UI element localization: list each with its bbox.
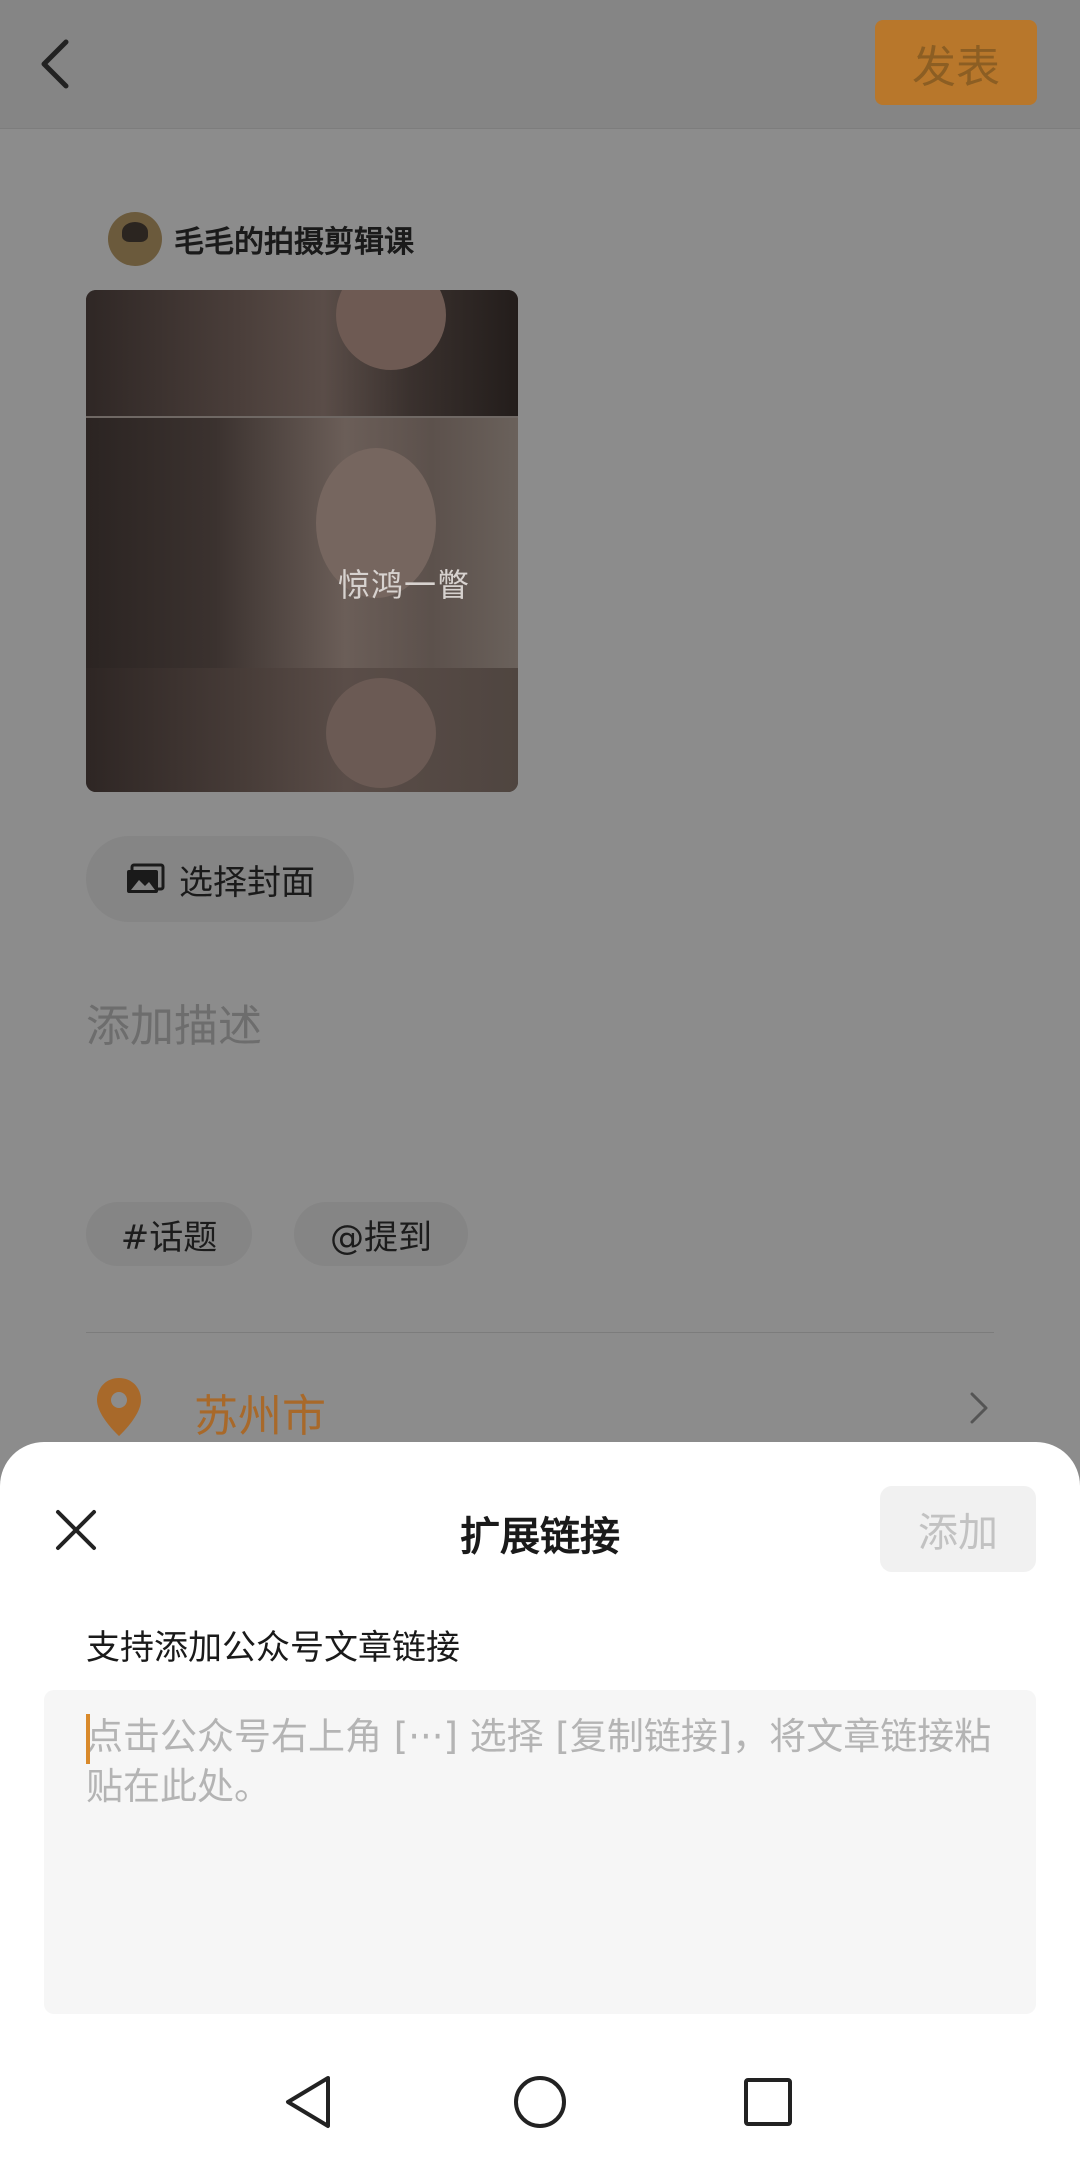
topic-chip[interactable]: #话题 — [86, 1202, 252, 1266]
location-city: 苏州市 — [194, 1391, 326, 1442]
author-row: 毛毛的拍摄剪辑课 — [108, 212, 414, 266]
mention-chip[interactable]: @提到 — [294, 1202, 468, 1266]
sheet-hint: 支持添加公众号文章链接 — [86, 1628, 460, 1668]
system-nav-bar — [0, 2040, 1080, 2161]
description-input[interactable]: 添加描述 — [86, 990, 262, 1054]
video-frame-middle — [86, 416, 518, 672]
text-caret — [86, 1714, 90, 1764]
nav-home-icon[interactable] — [512, 2074, 568, 2130]
divider — [86, 1332, 994, 1333]
video-frame-bottom — [86, 668, 518, 792]
add-button[interactable]: 添加 — [880, 1486, 1036, 1572]
avatar[interactable] — [108, 212, 162, 266]
back-icon[interactable] — [36, 36, 76, 92]
top-bar: 发表 — [0, 0, 1080, 129]
chevron-right-icon — [970, 1392, 988, 1424]
video-preview[interactable]: 惊鸿一瞥 — [86, 290, 518, 792]
image-icon — [127, 863, 165, 893]
link-input[interactable]: 点击公众号右上角 [···] 选择 [复制链接]，将文章链接粘贴在此处。 — [44, 1690, 1036, 2014]
nav-back-icon[interactable] — [282, 2074, 334, 2130]
nav-recents-icon[interactable] — [742, 2076, 794, 2128]
author-name: 毛毛的拍摄剪辑课 — [174, 225, 414, 260]
video-frame-top — [86, 290, 518, 416]
location-row[interactable]: 苏州市 — [86, 1372, 994, 1444]
video-caption: 惊鸿一瞥 — [338, 566, 471, 604]
publish-button[interactable]: 发表 — [875, 20, 1037, 105]
select-cover-button[interactable]: 选择封面 — [86, 836, 354, 922]
link-input-placeholder: 点击公众号右上角 [···] 选择 [复制链接]，将文章链接粘贴在此处。 — [86, 1715, 992, 1808]
location-pin-icon — [97, 1378, 141, 1436]
post-editor-page: 发表 毛毛的拍摄剪辑课 惊鸿一瞥 选择封面 添加描述 #话题 @提到 苏州市 — [0, 0, 1080, 1460]
extension-link-sheet: 扩展链接 添加 支持添加公众号文章链接 点击公众号右上角 [···] 选择 [复… — [0, 1442, 1080, 2161]
select-cover-label: 选择封面 — [179, 863, 315, 902]
